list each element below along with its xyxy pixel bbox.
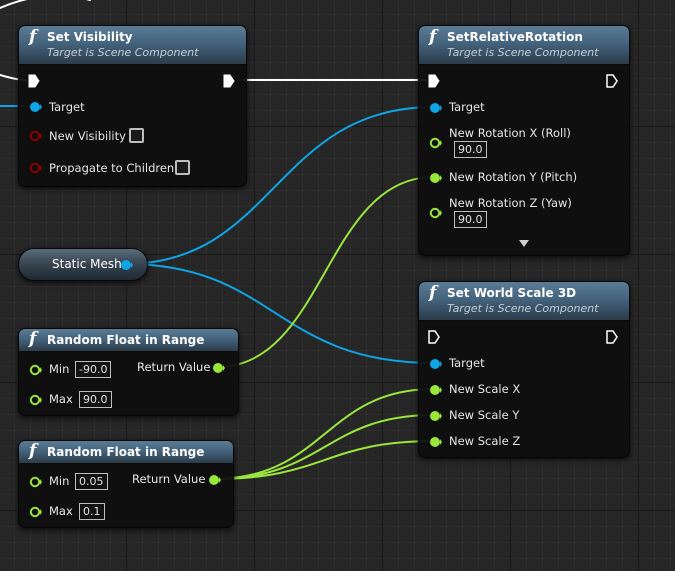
- scale-z-label: New Scale Z: [449, 434, 521, 448]
- object-pin-icon[interactable]: [29, 101, 43, 113]
- max-label: Max: [49, 392, 73, 406]
- new-visibility-label: New Visibility: [49, 129, 126, 143]
- node-subtitle: Target is Scene Component: [447, 302, 599, 315]
- random-float-in-range-node-2[interactable]: f Random Float in Range Min 0.05 Max 0.1…: [18, 440, 234, 528]
- float-pin-icon[interactable]: [429, 410, 443, 422]
- float-pin-icon[interactable]: [29, 364, 43, 376]
- rotation-z-input[interactable]: 90.0: [454, 211, 487, 228]
- rotation-x-input[interactable]: 90.0: [454, 141, 487, 158]
- exec-in-pin-icon[interactable]: [428, 330, 440, 344]
- propagate-to-children-label: Propagate to Children: [49, 161, 175, 175]
- float-wire-random2-to-scale-y: [212, 414, 435, 480]
- bool-pin-icon[interactable]: [29, 162, 43, 174]
- node-subtitle: Target is Scene Component: [447, 46, 599, 59]
- function-icon: f: [429, 27, 437, 47]
- float-pin-icon[interactable]: [29, 394, 43, 406]
- set-relative-rotation-node[interactable]: f SetRelativeRotation Target is Scene Co…: [418, 25, 630, 256]
- min-input[interactable]: -90.0: [75, 361, 112, 378]
- return-value-label: Return Value: [137, 360, 211, 374]
- node-header[interactable]: f Set World Scale 3D Target is Scene Com…: [419, 282, 629, 321]
- node-header[interactable]: f Random Float in Range: [19, 441, 233, 464]
- node-title: Set World Scale 3D: [447, 286, 577, 300]
- node-title: Random Float in Range: [47, 333, 205, 347]
- max-input[interactable]: 90.0: [79, 391, 112, 408]
- chevron-down-icon[interactable]: [519, 240, 529, 247]
- object-pin-icon[interactable]: [120, 259, 134, 271]
- min-label: Min: [49, 474, 70, 488]
- float-pin-icon[interactable]: [29, 476, 43, 488]
- min-label: Min: [49, 362, 70, 376]
- node-title: Set Visibility: [47, 30, 133, 44]
- node-title: Random Float in Range: [47, 445, 205, 459]
- float-pin-icon[interactable]: [429, 137, 443, 149]
- target-label: Target: [449, 356, 485, 370]
- static-mesh-label: Static Mesh: [52, 257, 122, 271]
- set-visibility-node[interactable]: f Set Visibility Target is Scene Compone…: [18, 25, 247, 187]
- propagate-to-children-checkbox[interactable]: [175, 160, 190, 175]
- node-header[interactable]: f Random Float in Range: [19, 329, 238, 352]
- new-visibility-checkbox[interactable]: [129, 128, 144, 143]
- float-pin-icon[interactable]: [29, 506, 43, 518]
- min-input[interactable]: 0.05: [75, 473, 108, 490]
- random-float-in-range-node-1[interactable]: f Random Float in Range Min -90.0 Max 90…: [18, 328, 239, 416]
- return-value-label: Return Value: [132, 472, 206, 486]
- exec-wire-incoming-curve: [0, 0, 91, 9]
- max-label: Max: [49, 504, 73, 518]
- float-pin-icon[interactable]: [208, 474, 222, 486]
- float-pin-icon[interactable]: [429, 172, 443, 184]
- set-world-scale-3d-node[interactable]: f Set World Scale 3D Target is Scene Com…: [418, 281, 630, 458]
- rotation-z-label: New Rotation Z (Yaw): [449, 196, 572, 210]
- scale-x-label: New Scale X: [449, 382, 521, 396]
- float-pin-icon[interactable]: [212, 362, 226, 374]
- rotation-x-label: New Rotation X (Roll): [449, 126, 571, 140]
- node-header[interactable]: f SetRelativeRotation Target is Scene Co…: [419, 26, 629, 65]
- exec-in-pin-icon[interactable]: [28, 74, 40, 88]
- node-title: SetRelativeRotation: [447, 30, 583, 44]
- float-pin-icon[interactable]: [429, 384, 443, 396]
- function-icon: f: [29, 329, 37, 349]
- target-label: Target: [449, 100, 485, 114]
- target-label: Target: [49, 100, 85, 114]
- function-icon: f: [29, 441, 37, 461]
- static-mesh-variable-node[interactable]: Static Mesh: [18, 248, 148, 281]
- exec-in-pin-icon[interactable]: [428, 74, 440, 88]
- scale-y-label: New Scale Y: [449, 408, 520, 422]
- float-wire-random1-to-rot-y: [216, 176, 435, 368]
- object-pin-icon[interactable]: [429, 358, 443, 370]
- node-header[interactable]: f Set Visibility Target is Scene Compone…: [19, 26, 246, 65]
- exec-out-pin-icon[interactable]: [606, 74, 618, 88]
- rotation-y-label: New Rotation Y (Pitch): [449, 170, 578, 184]
- bool-pin-icon[interactable]: [29, 130, 43, 142]
- function-icon: f: [429, 283, 437, 303]
- float-pin-icon[interactable]: [429, 207, 443, 219]
- max-input[interactable]: 0.1: [79, 503, 105, 520]
- float-pin-icon[interactable]: [429, 436, 443, 448]
- exec-out-pin-icon[interactable]: [223, 74, 235, 88]
- function-icon: f: [29, 27, 37, 47]
- object-pin-icon[interactable]: [429, 102, 443, 114]
- node-subtitle: Target is Scene Component: [47, 46, 199, 59]
- float-wire-random2-to-scale-x: [212, 388, 435, 480]
- exec-out-pin-icon[interactable]: [606, 330, 618, 344]
